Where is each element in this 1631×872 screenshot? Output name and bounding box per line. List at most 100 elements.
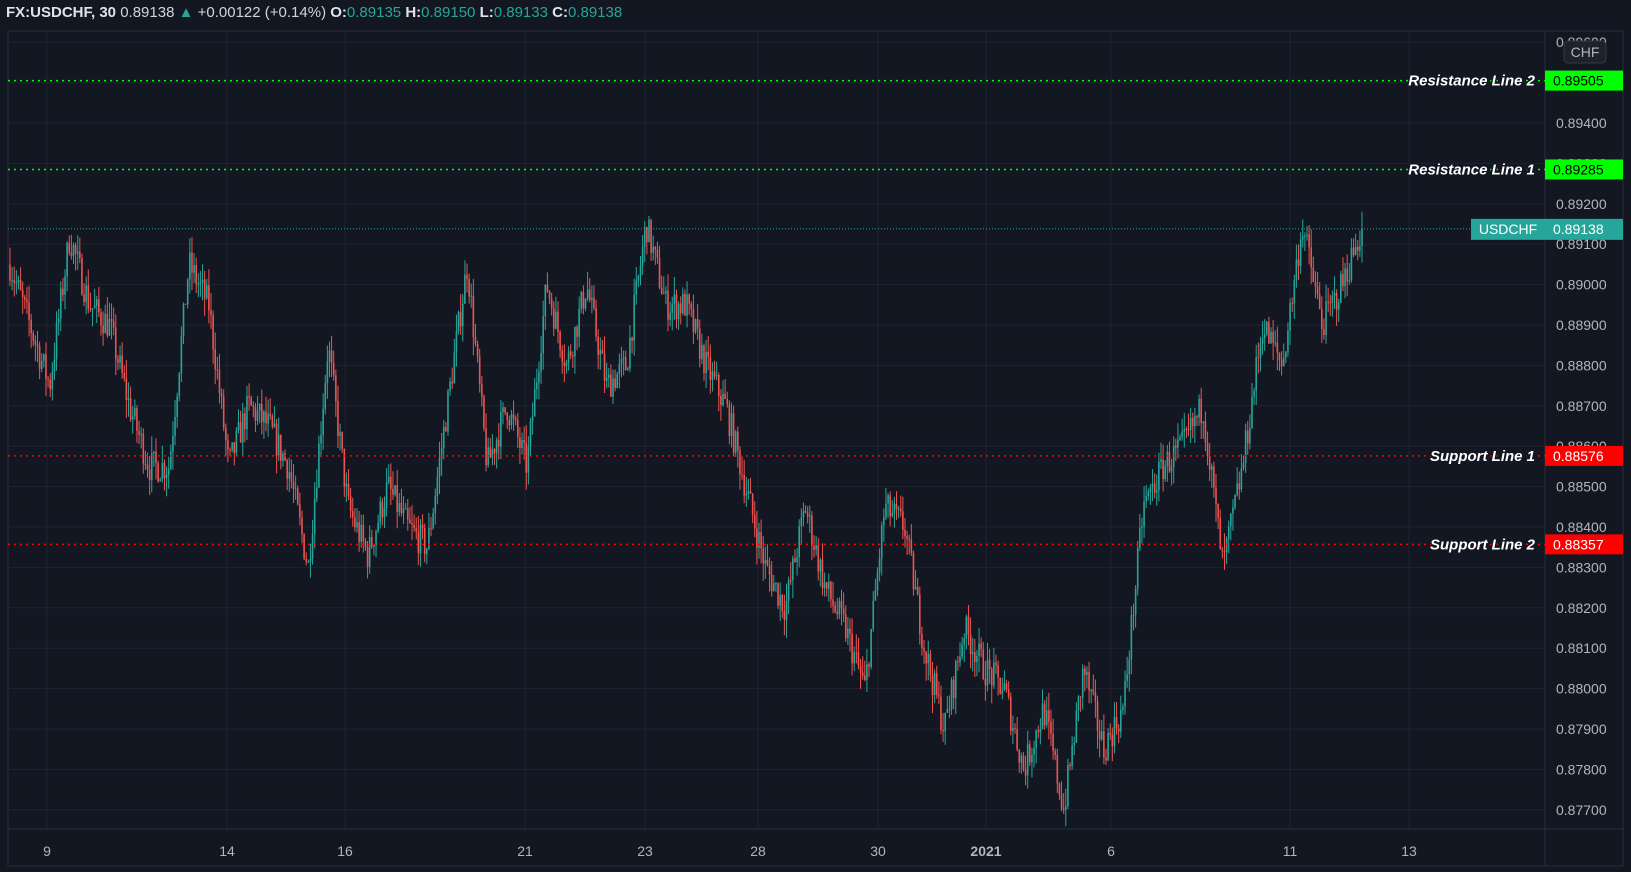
candle-body <box>277 434 280 457</box>
candle-body <box>1223 551 1226 553</box>
candle-body <box>918 594 921 634</box>
candle-body <box>876 572 879 591</box>
candle-body <box>1155 490 1158 493</box>
candle-body <box>967 616 970 635</box>
symbol-title: FX:USDCHF, 30 <box>6 4 117 21</box>
candle-body <box>385 482 388 508</box>
candle-body <box>540 353 542 372</box>
candle-body <box>885 503 887 518</box>
candle-body <box>758 532 760 548</box>
candle-body <box>887 495 889 504</box>
candle-body <box>434 496 437 514</box>
candle-body <box>1100 731 1103 740</box>
candle-body <box>182 303 185 337</box>
candle-body <box>601 349 604 354</box>
candle-body <box>1318 293 1321 309</box>
candle-body <box>1210 466 1213 470</box>
candle-body <box>345 483 348 487</box>
candle-body <box>997 665 999 678</box>
resistance-line-label: Resistance Line 2 <box>1408 73 1535 90</box>
candle-body <box>605 377 608 381</box>
candle-body <box>1086 671 1088 675</box>
candle-body <box>675 294 678 320</box>
candle-body <box>624 357 627 371</box>
candle-body <box>1069 764 1071 766</box>
candle-body <box>813 545 815 550</box>
candle-body <box>500 412 502 447</box>
candle-body <box>800 517 803 527</box>
last-price-value: 0.89138 <box>1553 221 1604 237</box>
candle-body <box>457 311 460 332</box>
candle-body <box>117 359 119 363</box>
candle-body <box>1139 528 1141 548</box>
candle-body <box>802 510 805 518</box>
candle-body <box>1310 247 1313 268</box>
x-tick-label: 23 <box>637 843 653 859</box>
candle-body <box>823 582 826 589</box>
candle-body <box>180 336 183 374</box>
candle-body <box>544 285 547 317</box>
candle-body <box>212 314 214 350</box>
candle-body <box>679 303 682 314</box>
candle-body <box>197 283 200 285</box>
candle-body <box>464 274 466 304</box>
candle-body <box>1166 451 1169 467</box>
candle-body <box>483 396 485 429</box>
candle-body <box>730 413 733 436</box>
open-value: 0.89135 <box>346 4 402 21</box>
support-line-label: Support Line 1 <box>1430 448 1535 465</box>
candle-body <box>662 293 665 295</box>
candle-body <box>64 276 66 295</box>
candle-body <box>13 280 16 283</box>
candle-body <box>521 440 523 448</box>
candle-body <box>768 564 771 575</box>
candle-body <box>43 354 45 361</box>
candle-body <box>244 413 246 430</box>
candle-body <box>1062 808 1065 810</box>
candle-body <box>351 511 354 518</box>
candle-body <box>728 404 731 436</box>
candle-body <box>216 369 219 371</box>
candle-body <box>375 531 377 546</box>
candle-body <box>1274 342 1277 344</box>
candle-body <box>189 252 191 280</box>
candle-body <box>762 548 765 564</box>
candle-body <box>694 319 697 332</box>
candle-body <box>533 389 536 417</box>
candle-body <box>1344 268 1346 287</box>
currency-label: CHF <box>1571 44 1600 60</box>
candle-body <box>1227 525 1230 539</box>
candle-body <box>959 656 961 663</box>
price-chart[interactable]: 0.87700 0.87800 0.87900 0.88000 0.88100 0.882… <box>0 0 1631 872</box>
candle-body <box>751 493 754 515</box>
candle-body <box>91 308 94 310</box>
candle-body <box>1162 459 1164 480</box>
candle-body <box>779 594 781 606</box>
candle-body <box>832 599 834 606</box>
candle-body <box>428 528 430 549</box>
candle-body <box>808 515 811 517</box>
candle-body <box>1014 727 1016 729</box>
candle-body <box>1246 430 1249 444</box>
candle-body <box>916 586 919 595</box>
candle-body <box>170 452 172 469</box>
candle-body <box>925 651 927 664</box>
candle-body <box>957 661 959 663</box>
candle-body <box>442 427 445 449</box>
candle-body <box>377 522 379 532</box>
candle-body <box>493 449 496 454</box>
candle-body <box>205 285 208 299</box>
candle-body <box>47 379 49 381</box>
candle-body <box>466 274 468 279</box>
candle-body <box>599 349 602 355</box>
candle-body <box>931 675 934 695</box>
candle-body <box>24 297 26 300</box>
candle-body <box>358 522 360 542</box>
candle-body <box>1041 703 1044 729</box>
candle-body <box>971 652 974 655</box>
candle-body <box>1143 501 1145 527</box>
candle-body <box>682 293 684 314</box>
candle-body <box>301 517 303 535</box>
candle-body <box>660 287 663 294</box>
candle-body <box>785 600 788 620</box>
